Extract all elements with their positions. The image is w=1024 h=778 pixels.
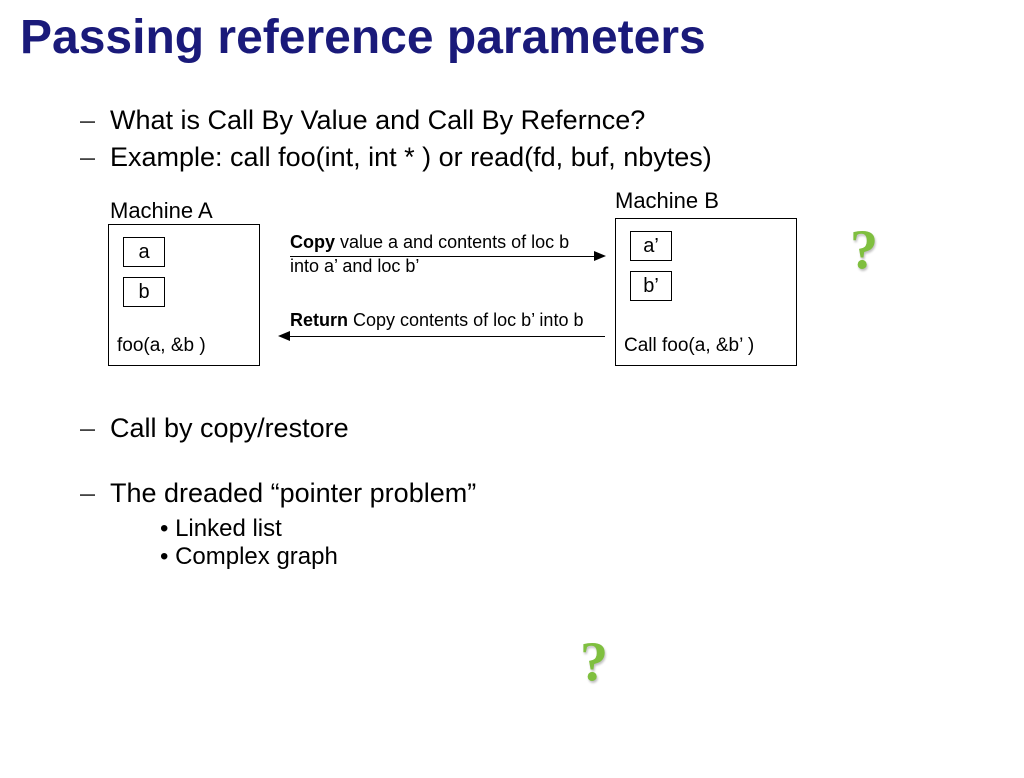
machine-a-box: a b foo(a, &b ): [108, 224, 260, 366]
var-a-prime: a’: [630, 231, 672, 261]
machine-a-call: foo(a, &b ): [117, 335, 206, 357]
sub-2: Complex graph: [160, 543, 1024, 571]
bullet-1: – What is Call By Value and Call By Refe…: [80, 105, 1024, 136]
bullet-list: – What is Call By Value and Call By Refe…: [80, 105, 1024, 173]
var-b-prime: b’: [630, 271, 672, 301]
arrow-right-icon: [594, 251, 606, 261]
copy-text: Copy value a and contents of loc b into …: [290, 230, 610, 279]
dash-icon: –: [80, 142, 110, 173]
bullet-4-text: The dreaded “pointer problem”: [110, 478, 476, 509]
bullet-2: – Example: call foo(int, int * ) or read…: [80, 142, 1024, 173]
slide-title: Passing reference parameters: [20, 10, 1024, 65]
arrow-left-icon: [278, 331, 290, 341]
var-b: b: [123, 277, 165, 307]
bullet-3-text: Call by copy/restore: [110, 413, 349, 444]
dash-icon: –: [80, 105, 110, 136]
dash-icon: –: [80, 413, 110, 444]
return-bold: Return: [290, 310, 348, 330]
bullet-4: – The dreaded “pointer problem”: [80, 478, 1024, 509]
machine-b-box: a’ b’ Call foo(a, &b’ ): [615, 218, 797, 366]
copy-rest: value a and contents of loc b: [335, 232, 569, 252]
copy-line2: into a’ and loc b’: [290, 256, 419, 276]
bullet-list-2: – Call by copy/restore – The dreaded “po…: [80, 413, 1024, 571]
return-text: Return Copy contents of loc b’ into b: [290, 308, 610, 332]
question-mark-icon: ?: [850, 218, 878, 282]
sub-1: Linked list: [160, 515, 1024, 543]
sub-list: Linked list Complex graph: [160, 515, 1024, 571]
arrow-right-line: [290, 256, 595, 257]
bullet-2-text: Example: call foo(int, int * ) or read(f…: [110, 142, 712, 173]
machine-b-label: Machine B: [615, 188, 719, 214]
diagram: Machine A a b foo(a, &b ) Machine B a’ b…: [100, 198, 920, 388]
machine-b-call: Call foo(a, &b’ ): [624, 335, 754, 357]
question-mark-icon: ?: [580, 630, 608, 694]
return-rest: Copy contents of loc b’ into b: [348, 310, 583, 330]
arrow-left-line: [290, 336, 605, 337]
bullet-3: – Call by copy/restore: [80, 413, 1024, 444]
machine-a-label: Machine A: [110, 198, 213, 224]
dash-icon: –: [80, 478, 110, 509]
var-a: a: [123, 237, 165, 267]
copy-bold: Copy: [290, 232, 335, 252]
bullet-1-text: What is Call By Value and Call By Refern…: [110, 105, 645, 136]
